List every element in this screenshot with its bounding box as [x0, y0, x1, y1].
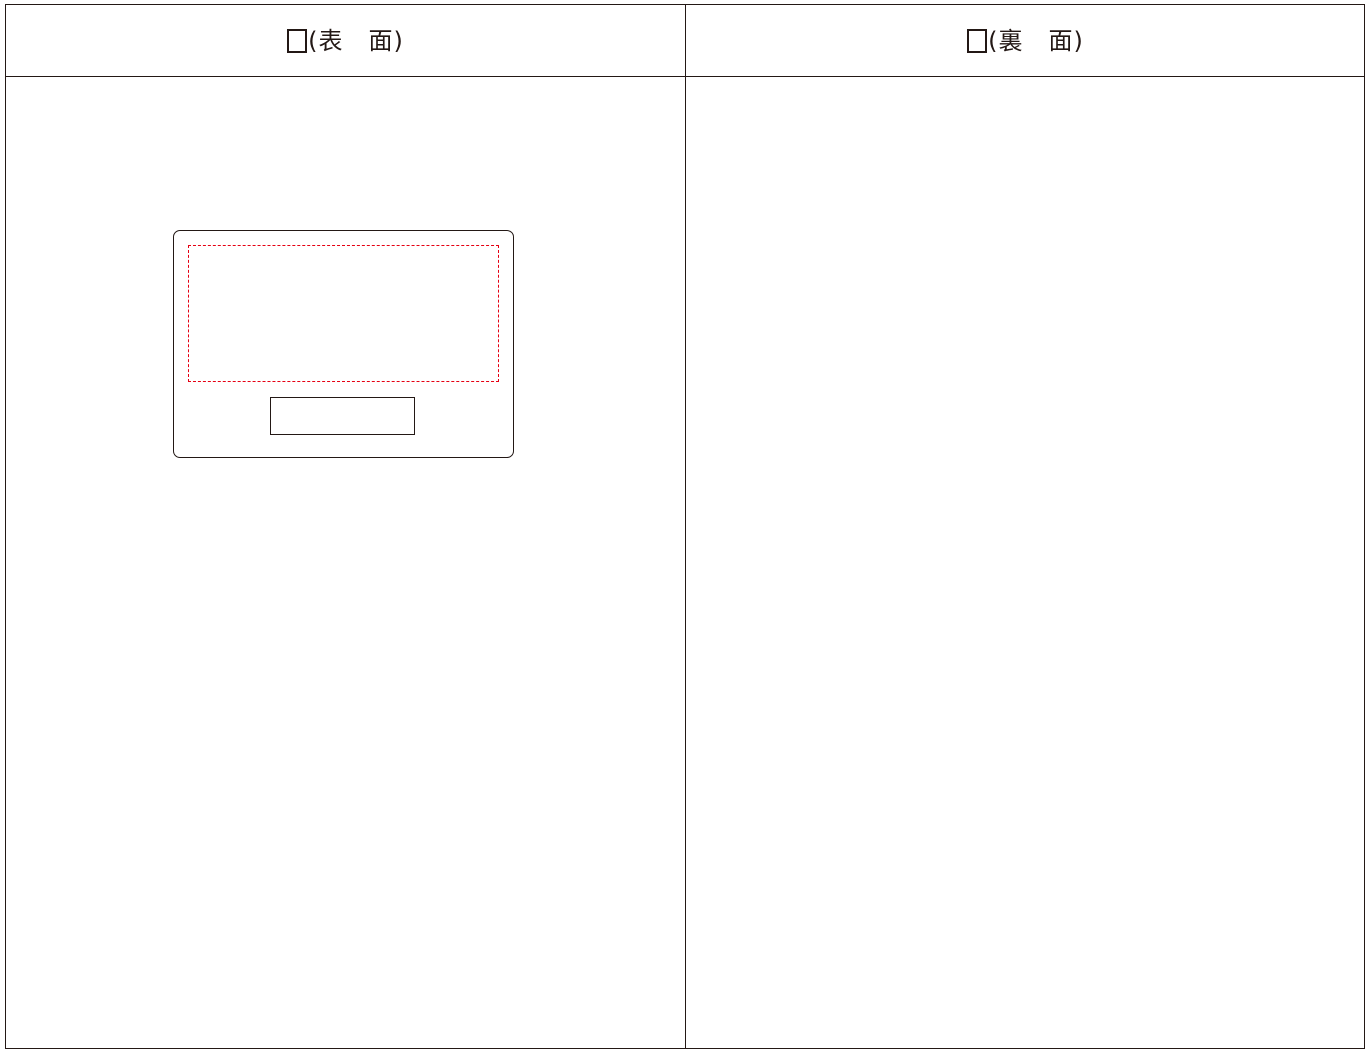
header-front-cell: (表 面) [6, 5, 685, 76]
front-card-diagram [173, 230, 514, 458]
header-back-cell: (裏 面) [686, 5, 1365, 76]
form-sheet: (表 面) (裏 面) [5, 4, 1365, 1049]
card-small-box [270, 397, 415, 435]
back-checkbox-icon[interactable] [967, 28, 988, 53]
dashed-photo-area [188, 245, 499, 382]
front-side-label: (表 面) [308, 26, 404, 55]
back-side-label-group: (裏 面) [967, 26, 1084, 55]
front-side-label-group: (表 面) [287, 26, 404, 55]
column-divider [685, 5, 686, 1048]
front-checkbox-icon[interactable] [287, 28, 308, 53]
back-side-label: (裏 面) [988, 26, 1084, 55]
